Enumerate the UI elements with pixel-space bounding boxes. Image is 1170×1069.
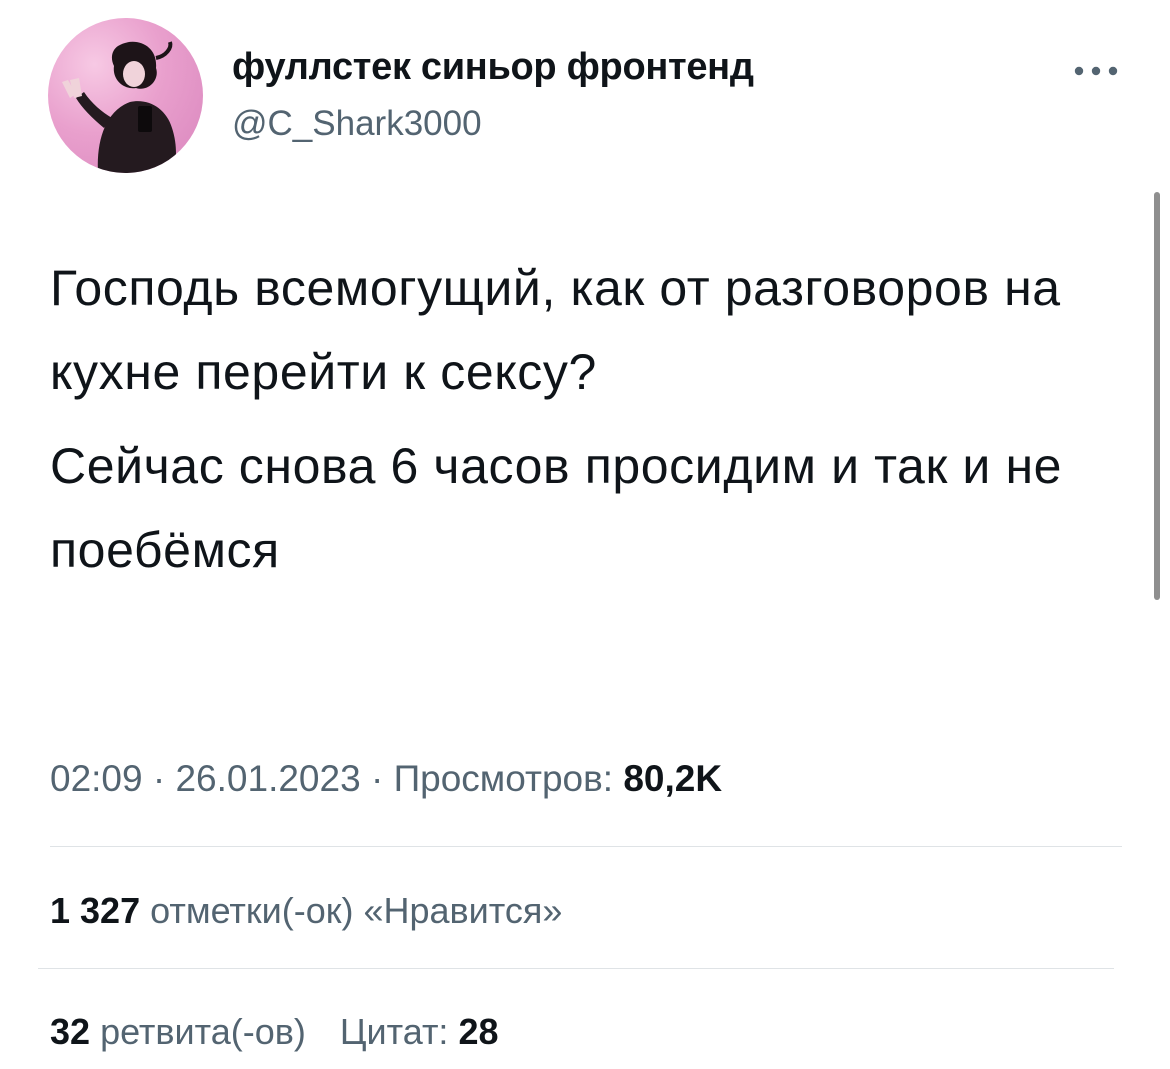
tweet-time[interactable]: 02:09 (50, 758, 143, 799)
views-label: Просмотров: (393, 758, 614, 799)
likes-count: 1 327 (50, 890, 141, 931)
avatar[interactable] (48, 18, 203, 173)
more-options-button[interactable] (1068, 56, 1124, 86)
quotes-stat[interactable]: Цитат: 28 (340, 1011, 499, 1052)
separator-dot: · (370, 758, 394, 799)
author-handle[interactable]: @C_Shark3000 (232, 104, 482, 144)
separator-dot: · (152, 758, 176, 799)
retweets-quotes-stat: 32 ретвита(-ов) Цитат: 28 (50, 1011, 499, 1053)
tweet-date[interactable]: 26.01.2023 (175, 758, 360, 799)
tweet-text: Господь всемогущий, как от разговоров на… (50, 246, 1110, 592)
more-horizontal-icon (1074, 66, 1118, 76)
divider (38, 968, 1114, 969)
retweets-count: 32 (50, 1011, 91, 1052)
tweet-paragraph: Сейчас снова 6 часов просидим и так и не… (50, 438, 1063, 578)
likes-label: отметки(-ок) «Нравится» (150, 890, 563, 931)
retweets-stat[interactable]: 32 ретвита(-ов) (50, 1011, 306, 1052)
tweet-metadata: 02:09 · 26.01.2023 · Просмотров: 80,2K (50, 758, 722, 800)
avatar-photo (62, 41, 176, 173)
tweet-paragraph: Господь всемогущий, как от разговоров на… (50, 260, 1061, 400)
retweets-label: ретвита(-ов) (100, 1011, 306, 1052)
author-display-name[interactable]: фуллстек синьор фронтенд (232, 46, 754, 89)
quotes-count: 28 (458, 1011, 499, 1052)
divider (50, 846, 1122, 847)
quotes-label: Цитат: (339, 1011, 449, 1052)
views-count: 80,2K (623, 758, 723, 799)
likes-stat[interactable]: 1 327 отметки(-ок) «Нравится» (50, 890, 562, 932)
scrollbar[interactable] (1154, 192, 1160, 600)
